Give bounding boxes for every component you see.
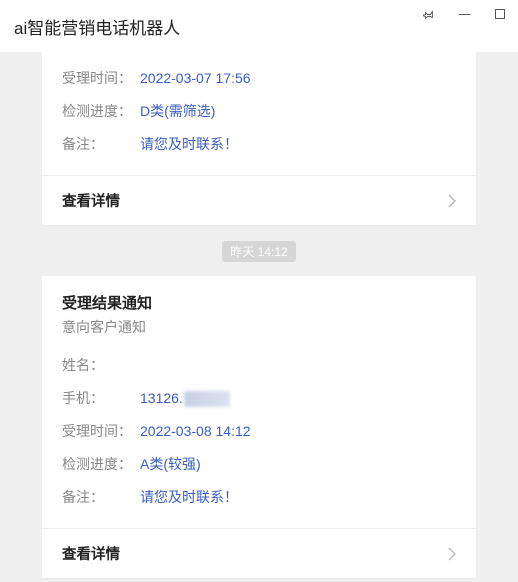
minimize-icon	[459, 9, 470, 20]
chevron-right-icon	[448, 194, 456, 208]
detail-row: 检测进度： A类(较强)	[62, 448, 456, 481]
row-value: 2022-03-07 17:56	[140, 68, 251, 89]
timestamp-separator: 昨天 14:12	[42, 241, 476, 262]
maximize-icon	[495, 9, 505, 19]
window-controls	[410, 0, 518, 28]
card-body: 受理结果通知 意向客户通知 姓名： 手机： 13126. 受理时间： 2022-…	[42, 276, 476, 528]
card-subtitle: 意向客户通知	[62, 317, 456, 349]
row-value-phone: 13126.	[140, 388, 230, 409]
content-area: 受理时间： 2022-03-07 17:56 检测进度： D类(需筛选) 备注：…	[0, 52, 518, 582]
detail-row: 检测进度： D类(需筛选)	[62, 95, 456, 128]
detail-row: 备注： 请您及时联系！	[62, 481, 456, 514]
row-label: 手机：	[62, 388, 140, 409]
row-value: 请您及时联系！	[140, 487, 238, 508]
view-details-label: 查看详情	[62, 543, 120, 564]
notification-card: 受理时间： 2022-03-07 17:56 检测进度： D类(需筛选) 备注：…	[42, 52, 476, 225]
row-value: 请您及时联系！	[140, 134, 238, 155]
row-value: D类(需筛选)	[140, 101, 215, 122]
detail-row: 受理时间： 2022-03-07 17:56	[62, 62, 456, 95]
row-label: 受理时间：	[62, 421, 140, 442]
row-label: 备注：	[62, 487, 140, 508]
row-label: 受理时间：	[62, 68, 140, 89]
row-value: 2022-03-08 14:12	[140, 421, 251, 442]
maximize-button[interactable]	[482, 0, 518, 28]
view-details-button[interactable]: 查看详情	[42, 528, 476, 578]
row-label: 检测进度：	[62, 101, 140, 122]
minimize-button[interactable]	[446, 0, 482, 28]
detail-row: 备注： 请您及时联系！	[62, 128, 456, 161]
phone-prefix: 13126.	[140, 388, 183, 409]
card-title: 受理结果通知	[62, 286, 456, 317]
row-label: 检测进度：	[62, 454, 140, 475]
row-label: 备注：	[62, 134, 140, 155]
chevron-right-icon	[448, 547, 456, 561]
window-title: ai智能营销电话机器人	[14, 14, 180, 39]
card-body: 受理时间： 2022-03-07 17:56 检测进度： D类(需筛选) 备注：…	[42, 52, 476, 175]
pin-button[interactable]	[410, 0, 446, 28]
detail-row: 姓名：	[62, 349, 456, 382]
detail-row: 手机： 13126.	[62, 382, 456, 415]
notification-card: 受理结果通知 意向客户通知 姓名： 手机： 13126. 受理时间： 2022-…	[42, 276, 476, 578]
row-label: 姓名：	[62, 355, 140, 376]
phone-masked	[184, 391, 230, 407]
timestamp-label: 昨天 14:12	[222, 241, 295, 262]
row-value: A类(较强)	[140, 454, 201, 475]
detail-row: 受理时间： 2022-03-08 14:12	[62, 415, 456, 448]
view-details-label: 查看详情	[62, 190, 120, 211]
pin-icon	[423, 9, 434, 20]
window-titlebar: ai智能营销电话机器人	[0, 0, 518, 52]
view-details-button[interactable]: 查看详情	[42, 175, 476, 225]
